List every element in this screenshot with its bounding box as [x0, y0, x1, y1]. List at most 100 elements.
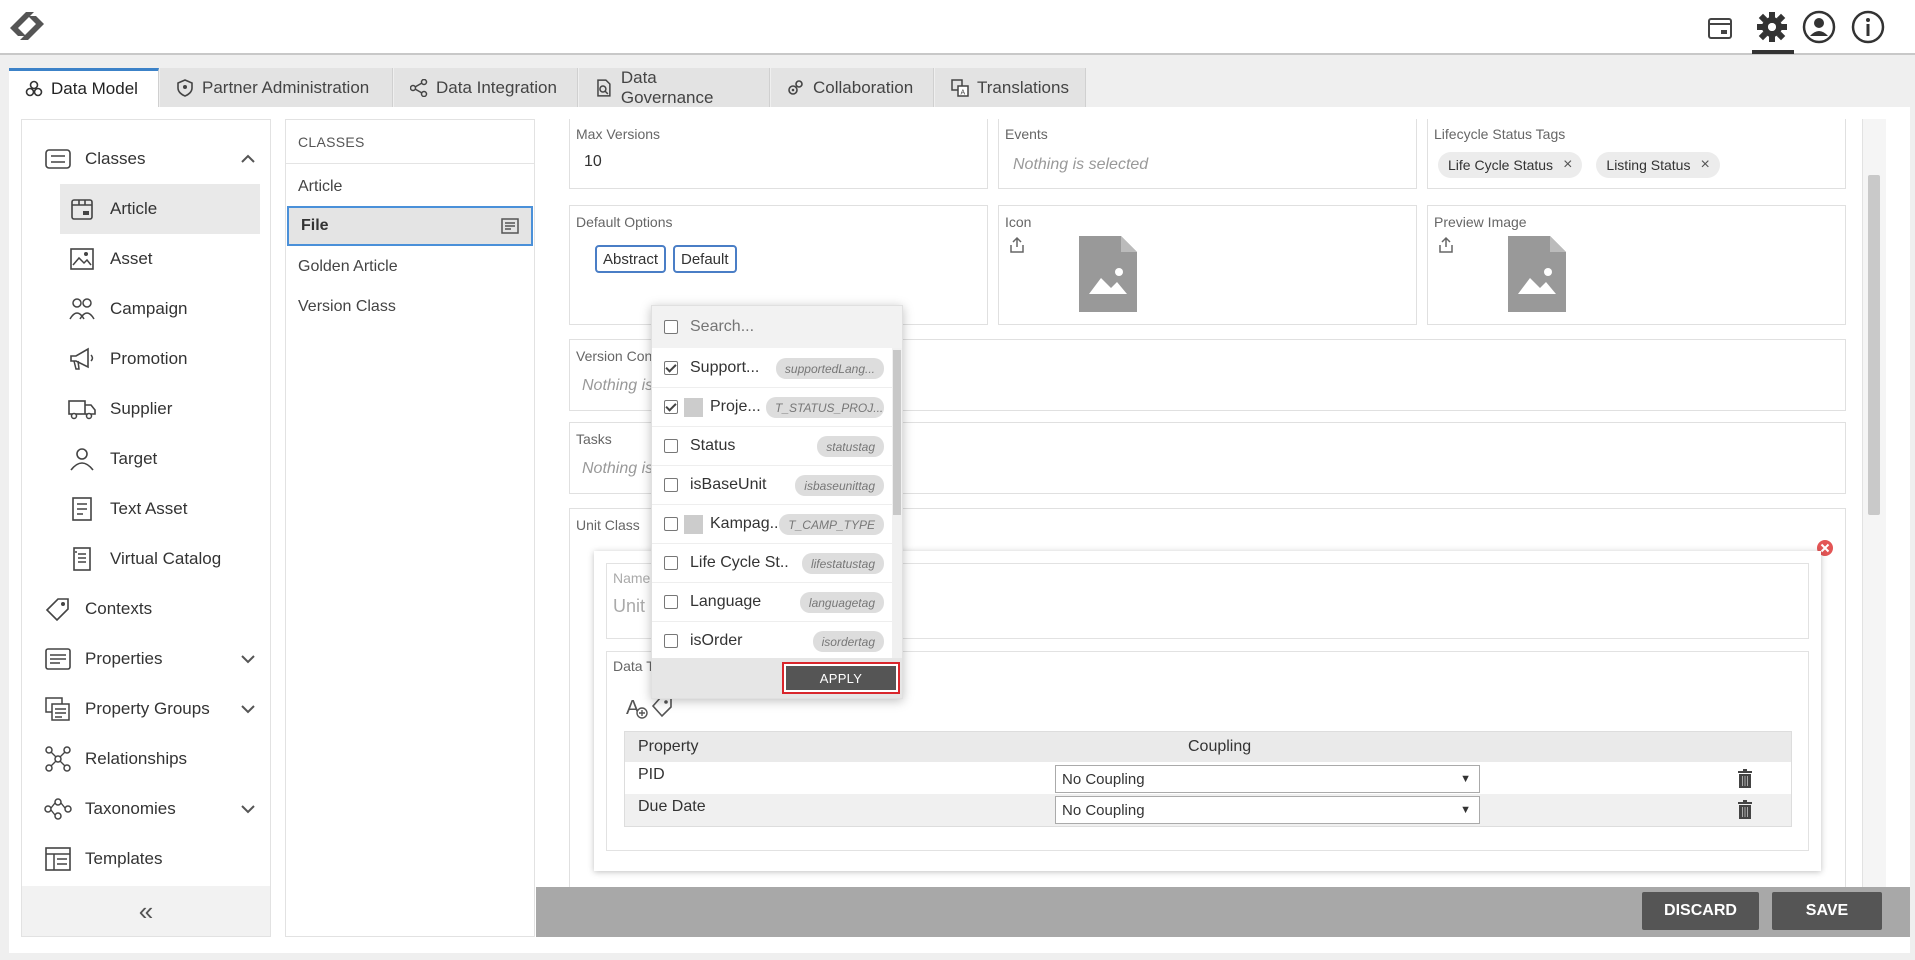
- info-icon[interactable]: [1848, 7, 1888, 47]
- sidebar-item-relationships[interactable]: Relationships: [22, 734, 270, 784]
- default-option-button[interactable]: Default: [673, 245, 737, 273]
- sidebar-item-classes[interactable]: Classes: [22, 134, 270, 184]
- upload-icon[interactable]: [1438, 236, 1454, 254]
- dropdown-search-input[interactable]: [690, 314, 890, 340]
- sidebar-item-virtual-catalog[interactable]: Virtual Catalog: [22, 534, 270, 584]
- sidebar-item-properties[interactable]: Properties: [22, 634, 270, 684]
- table-header: Property Coupling: [625, 732, 1791, 762]
- collapse-sidebar-button[interactable]: «: [22, 886, 270, 936]
- field-label: Preview Image: [1434, 214, 1527, 230]
- sidebar-item-templates[interactable]: Templates: [22, 834, 270, 884]
- sidebar-item-label: Asset: [110, 249, 153, 268]
- tab-label: Partner Administration: [202, 77, 370, 97]
- option-checkbox[interactable]: [664, 634, 678, 648]
- dropdown-option[interactable]: Support... supportedLang...: [652, 349, 892, 388]
- coupling-select[interactable]: No Coupling ▼: [1055, 765, 1480, 793]
- option-checkbox[interactable]: [664, 517, 678, 531]
- option-checkbox[interactable]: [664, 439, 678, 453]
- save-button[interactable]: SAVE: [1772, 892, 1882, 930]
- class-item-version-class[interactable]: Version Class: [286, 287, 534, 327]
- dropdown-option[interactable]: isOrder isordertag: [652, 622, 892, 661]
- text-doc-icon: [68, 495, 96, 523]
- content-scrollbar[interactable]: [1862, 119, 1886, 887]
- tab-partner-administration[interactable]: Partner Administration: [160, 68, 393, 107]
- tab-data-integration[interactable]: Data Integration: [394, 68, 578, 107]
- upload-icon[interactable]: [1009, 236, 1025, 254]
- max-versions-field: Max Versions 10: [569, 119, 988, 189]
- class-label: File: [301, 217, 329, 234]
- dropdown-option[interactable]: Language languagetag: [652, 583, 892, 622]
- sidebar-item-text-asset[interactable]: Text Asset: [22, 484, 270, 534]
- class-item-article[interactable]: Article: [286, 167, 534, 207]
- sidebar-item-property-groups[interactable]: Property Groups: [22, 684, 270, 734]
- user-icon[interactable]: [1799, 7, 1839, 47]
- sidebar-item-campaign[interactable]: Campaign: [22, 284, 270, 334]
- events-select[interactable]: Nothing is selected: [1013, 156, 1148, 174]
- trash-icon[interactable]: [1737, 800, 1753, 819]
- chip-list: Life Cycle Status × Listing Status ×: [1438, 152, 1720, 178]
- trash-icon[interactable]: [1737, 769, 1753, 788]
- tab-translations[interactable]: A Translations: [935, 68, 1086, 107]
- class-item-golden-article[interactable]: Golden Article: [286, 247, 534, 287]
- tab-data-governance[interactable]: Data Governance: [579, 68, 770, 107]
- field-label: Max Versions: [576, 126, 661, 142]
- discard-button[interactable]: DISCARD: [1642, 892, 1759, 930]
- coupling-select[interactable]: No Coupling ▼: [1055, 796, 1480, 824]
- image-placeholder-icon: [1508, 236, 1566, 312]
- package-icon[interactable]: [1700, 7, 1740, 47]
- tab-data-model[interactable]: Data Model: [9, 68, 159, 107]
- templates-icon: [44, 845, 72, 873]
- sidebar-item-taxonomies[interactable]: Taxonomies: [22, 784, 270, 834]
- shield-icon: [177, 78, 193, 97]
- tasks-select[interactable]: Nothing is: [582, 460, 653, 478]
- remove-chip-icon[interactable]: ×: [1563, 156, 1572, 174]
- dropdown-scrollbar[interactable]: [892, 348, 902, 658]
- sidebar-item-contexts[interactable]: Contexts: [22, 584, 270, 634]
- dropdown-option[interactable]: Status statustag: [652, 427, 892, 466]
- scrollbar-thumb[interactable]: [1868, 175, 1880, 515]
- dropdown-option[interactable]: Kampag... T_CAMP_TYPE: [652, 505, 892, 544]
- class-label: Version Class: [298, 298, 396, 315]
- chevron-down-icon[interactable]: [240, 651, 256, 667]
- version-control-select[interactable]: Nothing is: [582, 377, 653, 395]
- search-doc-icon: [597, 78, 611, 97]
- sidebar-item-promotion[interactable]: Promotion: [22, 334, 270, 384]
- remove-chip-icon[interactable]: ×: [1700, 156, 1709, 174]
- chevron-down-icon[interactable]: [240, 801, 256, 817]
- apply-button[interactable]: APPLY: [782, 662, 900, 694]
- option-name: Proje...: [710, 398, 761, 415]
- dropdown-option[interactable]: Proje... T_STATUS_PROJ...: [652, 388, 892, 427]
- taxonomy-icon: [44, 795, 72, 823]
- preview-image-field: Preview Image: [1427, 205, 1846, 325]
- sidebar-item-label: Property Groups: [85, 699, 210, 718]
- option-checkbox[interactable]: [664, 595, 678, 609]
- sidebar-item-asset[interactable]: Asset: [22, 234, 270, 284]
- option-checkbox[interactable]: [664, 361, 678, 375]
- unit-name-input[interactable]: Unit: [613, 596, 645, 617]
- scrollbar-thumb[interactable]: [893, 350, 901, 515]
- property-cell: Due Date: [638, 798, 706, 815]
- option-checkbox[interactable]: [664, 556, 678, 570]
- abstract-option-button[interactable]: Abstract: [595, 245, 667, 273]
- gear-icon[interactable]: [1752, 7, 1792, 47]
- sidebar-item-label: Target: [110, 449, 158, 468]
- sidebar-item-target[interactable]: Target: [22, 434, 270, 484]
- chevron-down-icon[interactable]: [240, 701, 256, 717]
- class-item-file[interactable]: File: [287, 206, 533, 246]
- sidebar-item-supplier[interactable]: Supplier: [22, 384, 270, 434]
- logo-icon[interactable]: [4, 6, 50, 46]
- option-checkbox[interactable]: [664, 478, 678, 492]
- tab-collaboration[interactable]: Collaboration: [771, 68, 934, 107]
- tab-bar: Data Model Partner Administration Data I…: [0, 57, 1915, 107]
- dropdown-option[interactable]: isBaseUnit isbaseunittag: [652, 466, 892, 505]
- sidebar-item-article[interactable]: Article: [60, 184, 260, 234]
- details-icon[interactable]: [501, 218, 519, 234]
- image-placeholder-icon: [1079, 236, 1137, 312]
- field-label: Tasks: [576, 431, 612, 447]
- classes-heading: CLASSES: [286, 120, 534, 164]
- max-versions-input[interactable]: 10: [584, 153, 602, 171]
- chevron-up-icon[interactable]: [240, 151, 256, 167]
- option-checkbox[interactable]: [664, 400, 678, 414]
- dropdown-option[interactable]: Life Cycle St... lifestatustag: [652, 544, 892, 583]
- select-all-checkbox[interactable]: [664, 320, 678, 334]
